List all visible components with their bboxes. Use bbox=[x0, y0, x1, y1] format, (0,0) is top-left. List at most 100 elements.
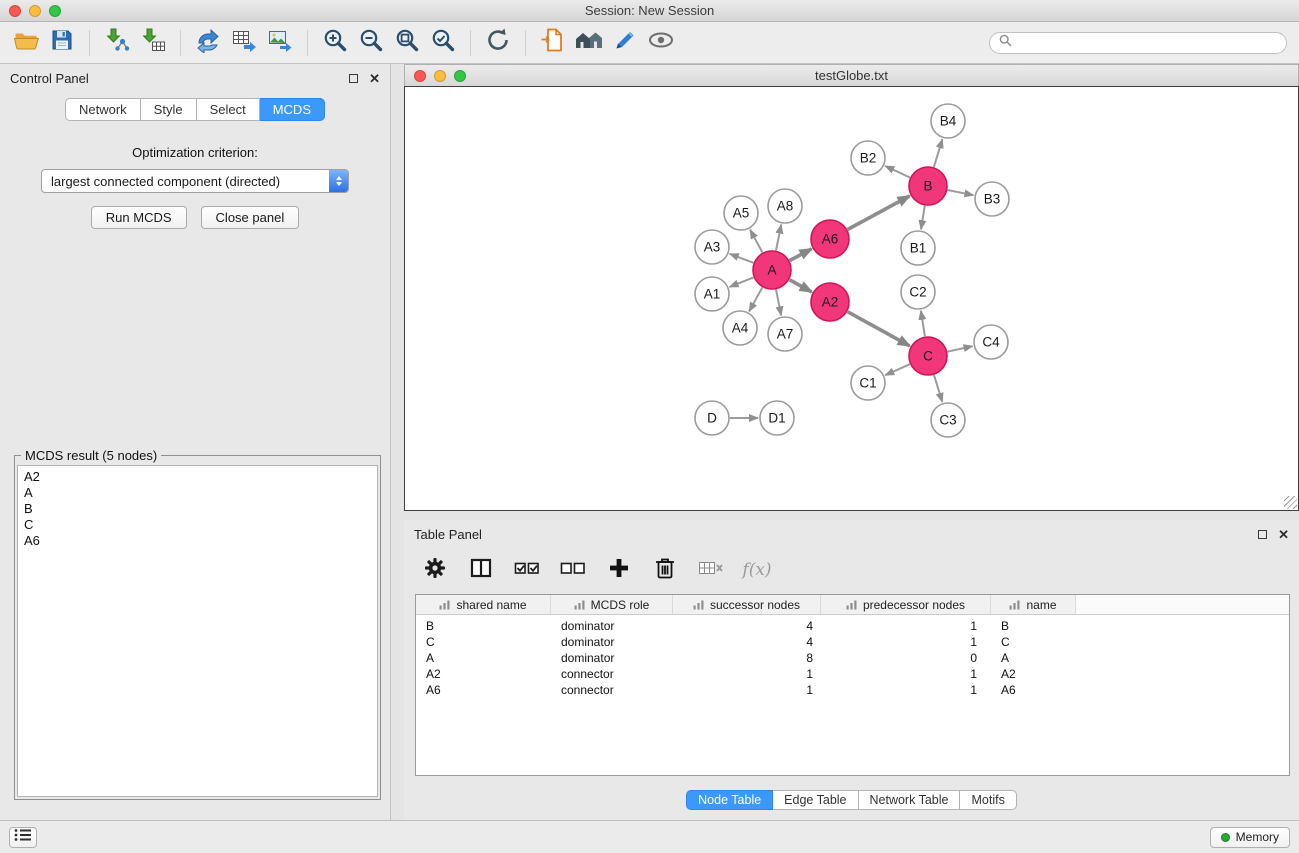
node-A5[interactable]: A5 bbox=[724, 196, 758, 230]
edge-A-A7[interactable] bbox=[776, 290, 781, 316]
node-B2[interactable]: B2 bbox=[851, 141, 885, 175]
float-table-panel-button[interactable] bbox=[1258, 530, 1267, 539]
table-row[interactable]: A2connector11A2 bbox=[416, 666, 1289, 682]
table-tab-node-table[interactable]: Node Table bbox=[686, 790, 773, 810]
edge-A-A1[interactable] bbox=[730, 277, 754, 287]
edge-C-C3[interactable] bbox=[934, 375, 942, 402]
table-tab-edge-table[interactable]: Edge Table bbox=[773, 790, 858, 810]
node-B[interactable]: B bbox=[909, 167, 947, 205]
node-A[interactable]: A bbox=[753, 251, 791, 289]
zoom-in-button[interactable] bbox=[317, 25, 353, 61]
add-column-button[interactable] bbox=[604, 555, 634, 585]
close-panel-button[interactable]: Close panel bbox=[201, 206, 300, 229]
network-minimize-button[interactable] bbox=[434, 70, 446, 82]
zoom-fit-button[interactable] bbox=[389, 25, 425, 61]
control-panel-tab-network[interactable]: Network bbox=[65, 98, 141, 121]
edge-B-B3[interactable] bbox=[948, 190, 974, 195]
mcds-result-item[interactable]: A2 bbox=[18, 469, 377, 485]
node-A7[interactable]: A7 bbox=[768, 317, 802, 351]
function-builder-button[interactable]: f(x) bbox=[742, 555, 772, 585]
close-table-panel-button[interactable]: ✕ bbox=[1278, 528, 1289, 541]
open-document-button[interactable] bbox=[535, 25, 571, 61]
edge-A-A2[interactable] bbox=[790, 280, 812, 292]
table-tab-motifs[interactable]: Motifs bbox=[960, 790, 1016, 810]
mcds-result-list[interactable]: A2ABCA6 bbox=[17, 465, 378, 797]
node-D[interactable]: D bbox=[695, 401, 729, 435]
edge-A-A6[interactable] bbox=[790, 249, 812, 261]
edge-A-A5[interactable] bbox=[750, 230, 762, 253]
export-network-button[interactable] bbox=[190, 25, 226, 61]
mcds-result-item[interactable]: B bbox=[18, 501, 377, 517]
edge-A6-B[interactable] bbox=[848, 196, 910, 230]
save-session-button[interactable] bbox=[44, 25, 80, 61]
control-panel-tab-style[interactable]: Style bbox=[141, 98, 197, 121]
delete-column-button[interactable] bbox=[696, 555, 726, 585]
select-all-rows-button[interactable] bbox=[512, 555, 542, 585]
apply-layout-button[interactable] bbox=[480, 25, 516, 61]
node-A8[interactable]: A8 bbox=[768, 189, 802, 223]
mcds-result-item[interactable]: A6 bbox=[18, 533, 377, 549]
control-panel-tab-mcds[interactable]: MCDS bbox=[260, 98, 325, 121]
network-overview-button[interactable] bbox=[571, 25, 607, 61]
column-header-mcds-role[interactable]: MCDS role bbox=[551, 595, 673, 614]
import-network-button[interactable] bbox=[99, 25, 135, 61]
table-settings-button[interactable] bbox=[420, 555, 450, 585]
node-B1[interactable]: B1 bbox=[901, 231, 935, 265]
edge-B-B1[interactable] bbox=[921, 206, 925, 230]
zoom-window-button[interactable] bbox=[49, 5, 61, 17]
delete-button[interactable] bbox=[650, 555, 680, 585]
node-A3[interactable]: A3 bbox=[695, 230, 729, 264]
column-header-shared-name[interactable]: shared name bbox=[416, 595, 551, 614]
node-A1[interactable]: A1 bbox=[695, 277, 729, 311]
edge-B-B4[interactable] bbox=[934, 139, 943, 167]
node-C1[interactable]: C1 bbox=[851, 366, 885, 400]
control-panel-tab-select[interactable]: Select bbox=[197, 98, 260, 121]
edge-B-B2[interactable] bbox=[885, 166, 910, 178]
table-row[interactable]: Bdominator41B bbox=[416, 618, 1289, 634]
export-image-button[interactable] bbox=[262, 25, 298, 61]
float-panel-button[interactable] bbox=[349, 74, 358, 83]
table-row[interactable]: A6connector11A6 bbox=[416, 682, 1289, 698]
node-B4[interactable]: B4 bbox=[931, 104, 965, 138]
network-zoom-button[interactable] bbox=[454, 70, 466, 82]
import-table-button[interactable] bbox=[135, 25, 171, 61]
edge-A-A3[interactable] bbox=[730, 254, 754, 263]
edge-C-C4[interactable] bbox=[948, 346, 973, 352]
graphics-details-button[interactable] bbox=[643, 25, 679, 61]
network-close-button[interactable] bbox=[414, 70, 426, 82]
search-input[interactable] bbox=[1017, 35, 1277, 50]
node-C3[interactable]: C3 bbox=[931, 403, 965, 437]
close-panel-icon-button[interactable]: ✕ bbox=[369, 72, 380, 85]
node-C2[interactable]: C2 bbox=[901, 275, 935, 309]
window-resize-grip[interactable] bbox=[1284, 496, 1297, 509]
zoom-selected-button[interactable] bbox=[425, 25, 461, 61]
node-C[interactable]: C bbox=[909, 337, 947, 375]
optimization-criterion-select[interactable]: largest connected component (directed) bbox=[41, 169, 349, 193]
edge-C-C1[interactable] bbox=[885, 364, 910, 375]
deselect-all-rows-button[interactable] bbox=[558, 555, 588, 585]
close-window-button[interactable] bbox=[9, 5, 21, 17]
memory-button[interactable]: Memory bbox=[1210, 827, 1290, 848]
node-A6[interactable]: A6 bbox=[811, 220, 849, 258]
node-D1[interactable]: D1 bbox=[760, 401, 794, 435]
node-B3[interactable]: B3 bbox=[975, 182, 1009, 216]
node-A4[interactable]: A4 bbox=[723, 311, 757, 345]
edge-A-A8[interactable] bbox=[776, 225, 781, 251]
open-session-button[interactable] bbox=[8, 25, 44, 61]
table-row[interactable]: Adominator80A bbox=[416, 650, 1289, 666]
column-header-predecessor-nodes[interactable]: predecessor nodes bbox=[821, 595, 991, 614]
task-history-button[interactable] bbox=[9, 827, 37, 848]
export-table-button[interactable] bbox=[226, 25, 262, 61]
node-C4[interactable]: C4 bbox=[974, 325, 1008, 359]
mcds-result-item[interactable]: A bbox=[18, 485, 377, 501]
table-row[interactable]: Cdominator41C bbox=[416, 634, 1289, 650]
run-mcds-button[interactable]: Run MCDS bbox=[91, 206, 187, 229]
network-graph[interactable]: B4 B2 B B3 A8 A5 A6 A3 B1 A C2 A1 A2 A4 A7 C4 C C1 D D1 C3 bbox=[405, 87, 1298, 510]
edge-A-A4[interactable] bbox=[749, 288, 762, 312]
column-visibility-button[interactable] bbox=[466, 555, 496, 585]
search-box[interactable] bbox=[989, 32, 1287, 54]
node-A2[interactable]: A2 bbox=[811, 283, 849, 321]
minimize-window-button[interactable] bbox=[29, 5, 41, 17]
edge-A2-C[interactable] bbox=[848, 312, 910, 346]
network-canvas[interactable]: B4 B2 B B3 A8 A5 A6 A3 B1 A C2 A1 A2 A4 A7 C4 C C1 D D1 C3 bbox=[404, 86, 1299, 511]
